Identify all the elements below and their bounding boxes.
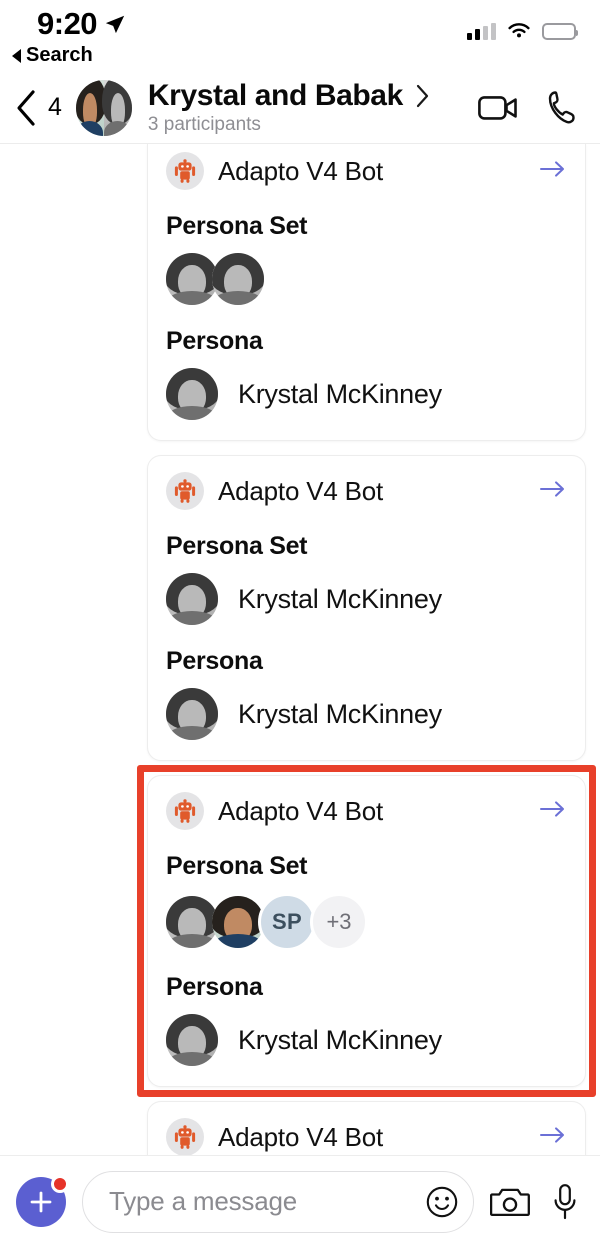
message-sender-name: Adapto V4 Bot: [218, 155, 384, 186]
message-card[interactable]: Adapto V4 BotPersona SetPersona: [147, 1101, 586, 1155]
avatar[interactable]: [75, 79, 132, 136]
message-sender-name: Adapto V4 Bot: [218, 475, 384, 506]
persona-avatar[interactable]: [166, 896, 218, 948]
add-attachment-button[interactable]: [16, 1174, 69, 1227]
persona-avatar: [166, 1014, 218, 1066]
persona-avatar[interactable]: [212, 896, 264, 948]
chevron-left-icon: [17, 89, 35, 126]
robot-icon: [174, 1125, 196, 1149]
conversation-header: 4 Krystal and Babak 3 participants: [0, 72, 600, 144]
persona-row[interactable]: Krystal McKinney: [166, 688, 567, 740]
back-to-search-label: Search: [26, 44, 93, 66]
robot-icon: [174, 479, 196, 503]
persona-row[interactable]: Krystal McKinney: [166, 368, 567, 420]
notification-dot: [51, 1174, 69, 1193]
bot-avatar: [166, 152, 204, 190]
phone-icon[interactable]: [546, 90, 580, 126]
conversation-title-group[interactable]: Krystal and Babak 3 participants: [148, 79, 429, 136]
video-camera-icon[interactable]: [478, 93, 520, 123]
persona-row[interactable]: Krystal McKinney: [166, 573, 567, 625]
status-bar-time-group: 9:20: [37, 6, 126, 42]
persona-avatar-stack[interactable]: SP +3: [166, 893, 567, 951]
persona-row[interactable]: Krystal McKinney: [166, 1014, 567, 1066]
persona-name: Krystal McKinney: [238, 378, 442, 409]
persona-avatar[interactable]: [212, 253, 264, 305]
persona-avatar[interactable]: [166, 253, 218, 305]
persona-name: Krystal McKinney: [238, 1024, 442, 1055]
persona-initials-avatar[interactable]: SP: [258, 893, 316, 951]
arrow-right-icon[interactable]: [539, 159, 567, 179]
status-bar-time: 9:20: [37, 6, 98, 41]
section-label: Persona: [166, 327, 263, 355]
camera-button[interactable]: [490, 1185, 530, 1219]
battery-icon: [542, 22, 578, 40]
bot-avatar: [166, 472, 204, 510]
arrow-right-icon[interactable]: [539, 1125, 567, 1145]
smiley-icon: [426, 1186, 458, 1217]
persona-name: Krystal McKinney: [238, 583, 442, 614]
forward-message-button[interactable]: [539, 159, 567, 184]
message-card-header: Adapto V4 Bot: [166, 792, 567, 830]
status-bar-indicators: [467, 22, 578, 40]
persona-name: Krystal McKinney: [238, 698, 442, 729]
message-thread[interactable]: Adapto V4 Bot Persona Set Persona Krystal M…: [0, 144, 600, 1155]
back-triangle-icon: [12, 48, 21, 63]
message-composer: Type a message: [0, 1155, 600, 1247]
cellular-signal-icon: [467, 22, 496, 40]
section-label: Persona: [166, 647, 263, 675]
arrow-right-icon[interactable]: [539, 479, 567, 499]
persona-avatar: [166, 688, 218, 740]
message-card[interactable]: Adapto V4 Bot Persona Set SP +3 Persona Kryst…: [147, 775, 586, 1087]
emoji-button[interactable]: [425, 1185, 459, 1219]
bot-avatar: [166, 792, 204, 830]
forward-message-button[interactable]: [539, 1125, 567, 1150]
unread-count-badge: 4: [48, 93, 62, 121]
message-list: Adapto V4 Bot Persona Set Persona Krystal M…: [147, 144, 586, 1155]
forward-message-button[interactable]: [539, 799, 567, 824]
persona-avatar: [166, 573, 218, 625]
section-label: Persona: [166, 973, 263, 1001]
robot-icon: [174, 159, 196, 183]
message-card-header: Adapto V4 Bot: [166, 472, 567, 510]
message-card-header: Adapto V4 Bot: [166, 1118, 567, 1155]
section-label: Persona Set: [166, 532, 308, 560]
header-actions: [478, 90, 580, 126]
microphone-icon: [554, 1183, 576, 1219]
message-sender-name: Adapto V4 Bot: [218, 1121, 384, 1152]
message-card-header: Adapto V4 Bot: [166, 152, 567, 190]
microphone-button[interactable]: [552, 1183, 578, 1221]
message-sender-name: Adapto V4 Bot: [218, 795, 384, 826]
chat-screen: 9:20 Search 4 Krystal and Babak 3 partic…: [0, 0, 600, 1247]
robot-icon: [174, 799, 196, 823]
section-label: Persona Set: [166, 212, 308, 240]
page-title: Krystal and Babak: [147, 79, 403, 112]
message-card[interactable]: Adapto V4 Bot Persona Set Persona Krystal M…: [147, 144, 586, 441]
participants-count: 3 participants: [147, 114, 261, 135]
persona-avatar-stack[interactable]: [166, 253, 567, 305]
search-input-wrapper[interactable]: Type a message: [82, 1170, 474, 1233]
camera-icon: [490, 1188, 530, 1216]
message-input[interactable]: Type a message: [109, 1186, 425, 1217]
status-bar: 9:20 Search: [0, 0, 600, 72]
back-to-search-button[interactable]: Search: [12, 44, 93, 67]
persona-avatar: [166, 368, 218, 420]
chevron-right-icon[interactable]: [415, 84, 429, 108]
composer-actions: [490, 1183, 578, 1221]
message-card[interactable]: Adapto V4 Bot Persona Set Krystal McKinney…: [147, 455, 586, 761]
persona-overflow-badge[interactable]: +3: [310, 893, 368, 951]
forward-message-button[interactable]: [539, 479, 567, 504]
bot-avatar: [166, 1118, 204, 1155]
wifi-icon: [508, 23, 530, 38]
arrow-right-icon[interactable]: [539, 799, 567, 819]
location-arrow-icon: [105, 15, 125, 34]
back-button[interactable]: 4: [14, 88, 62, 128]
plus-icon: [30, 1191, 52, 1212]
section-label: Persona Set: [166, 852, 308, 880]
